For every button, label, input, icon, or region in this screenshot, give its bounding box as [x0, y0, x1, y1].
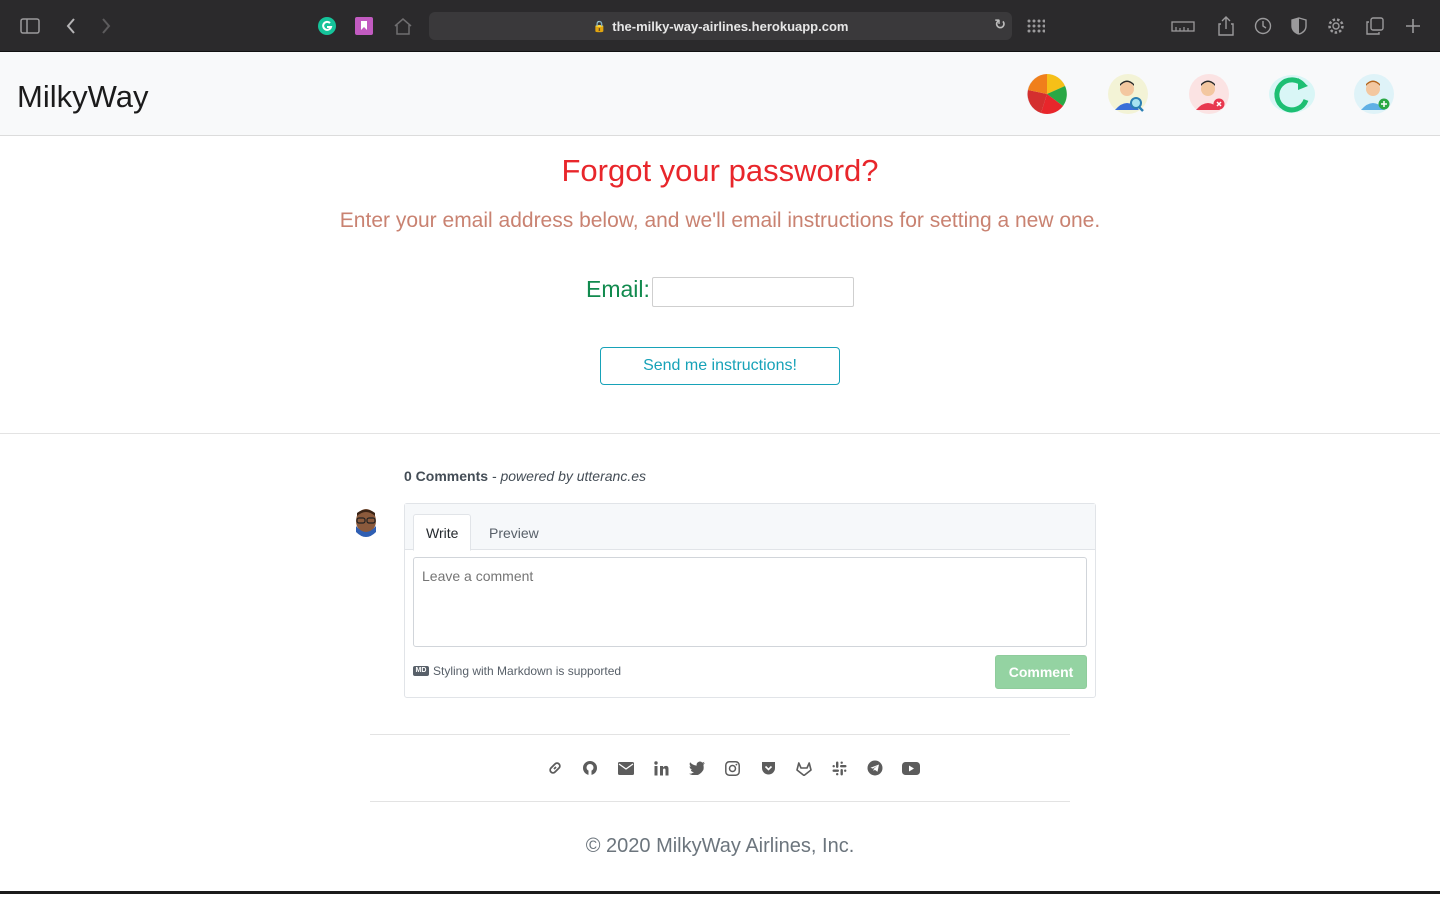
shield-icon[interactable]: [1287, 14, 1311, 38]
grammarly-extension-icon[interactable]: [315, 14, 339, 38]
powered-by-label: - powered by utteranc.es: [491, 468, 647, 484]
link-icon[interactable]: [537, 757, 573, 779]
ruler-icon[interactable]: [1171, 14, 1195, 38]
user-remove-icon[interactable]: [1187, 72, 1231, 116]
instagram-icon[interactable]: [715, 757, 751, 779]
markdown-icon: MD: [413, 666, 429, 676]
pie-chart-icon[interactable]: [1025, 72, 1069, 116]
linkedin-icon[interactable]: [644, 757, 680, 779]
telegram-icon[interactable]: [857, 757, 893, 779]
twitter-icon[interactable]: [679, 757, 715, 779]
markdown-note[interactable]: MD Styling with Markdown is supported: [413, 664, 621, 678]
comment-textarea[interactable]: [413, 557, 1087, 647]
comment-count-label: 0 Comments: [404, 468, 489, 484]
sidebar-toggle-icon[interactable]: [18, 14, 42, 38]
back-icon[interactable]: [59, 14, 83, 38]
history-icon[interactable]: [1251, 14, 1275, 38]
github-icon[interactable]: [573, 757, 609, 779]
address-bar[interactable]: 🔒 the-milky-way-airlines.herokuapp.com ↻: [429, 12, 1012, 40]
bookmark-extension-icon[interactable]: [352, 14, 376, 38]
avatar: [354, 508, 378, 540]
send-instructions-button[interactable]: Send me instructions!: [600, 347, 840, 385]
gitlab-icon[interactable]: [786, 757, 822, 779]
comment-box: Write Preview MD Styling with Markdown i…: [404, 503, 1096, 698]
user-add-icon[interactable]: [1352, 72, 1396, 116]
email-icon[interactable]: [608, 757, 644, 779]
markdown-note-text: Styling with Markdown is supported: [433, 664, 622, 678]
window-bottom-edge: [0, 891, 1440, 894]
social-links: [537, 757, 929, 779]
refresh-icon[interactable]: [1268, 72, 1315, 116]
share-icon[interactable]: [1214, 14, 1238, 38]
comment-tabs: Write Preview: [405, 504, 1095, 551]
email-field[interactable]: [652, 277, 854, 307]
tab-write[interactable]: Write: [413, 514, 472, 551]
comment-count: 0 Comments - powered by utteranc.es: [404, 468, 646, 484]
user-search-icon[interactable]: [1106, 72, 1150, 116]
apps-grid-icon[interactable]: [1024, 14, 1048, 38]
footer-divider-bottom: [370, 801, 1070, 802]
email-label: Email:: [586, 276, 650, 302]
slack-icon[interactable]: [822, 757, 858, 779]
page-title: Forgot your password?: [561, 153, 879, 188]
brand-logo-text[interactable]: MilkyWay: [17, 79, 148, 115]
pocket-icon[interactable]: [751, 757, 787, 779]
section-divider: [0, 433, 1440, 434]
browser-toolbar: 🔒 the-milky-way-airlines.herokuapp.com ↻: [0, 0, 1440, 52]
gear-icon[interactable]: [1324, 14, 1348, 38]
page-subtitle: Enter your email address below, and we'l…: [339, 209, 1101, 232]
tab-preview[interactable]: Preview: [477, 514, 551, 551]
tabs-overview-icon[interactable]: [1363, 14, 1387, 38]
lock-icon: 🔒: [592, 19, 607, 33]
copyright-text: © 2020 MilkyWay Airlines, Inc.: [585, 835, 855, 857]
youtube-icon[interactable]: [893, 757, 929, 779]
url-text: the-milky-way-airlines.herokuapp.com: [612, 18, 849, 34]
app-navbar: MilkyWay: [0, 52, 1440, 136]
reload-icon[interactable]: ↻: [994, 17, 1006, 33]
forward-icon[interactable]: [94, 14, 118, 38]
new-tab-icon[interactable]: [1401, 14, 1425, 38]
footer-divider-top: [370, 734, 1070, 735]
comment-submit-button[interactable]: Comment: [995, 655, 1087, 689]
home-icon[interactable]: [391, 14, 415, 38]
